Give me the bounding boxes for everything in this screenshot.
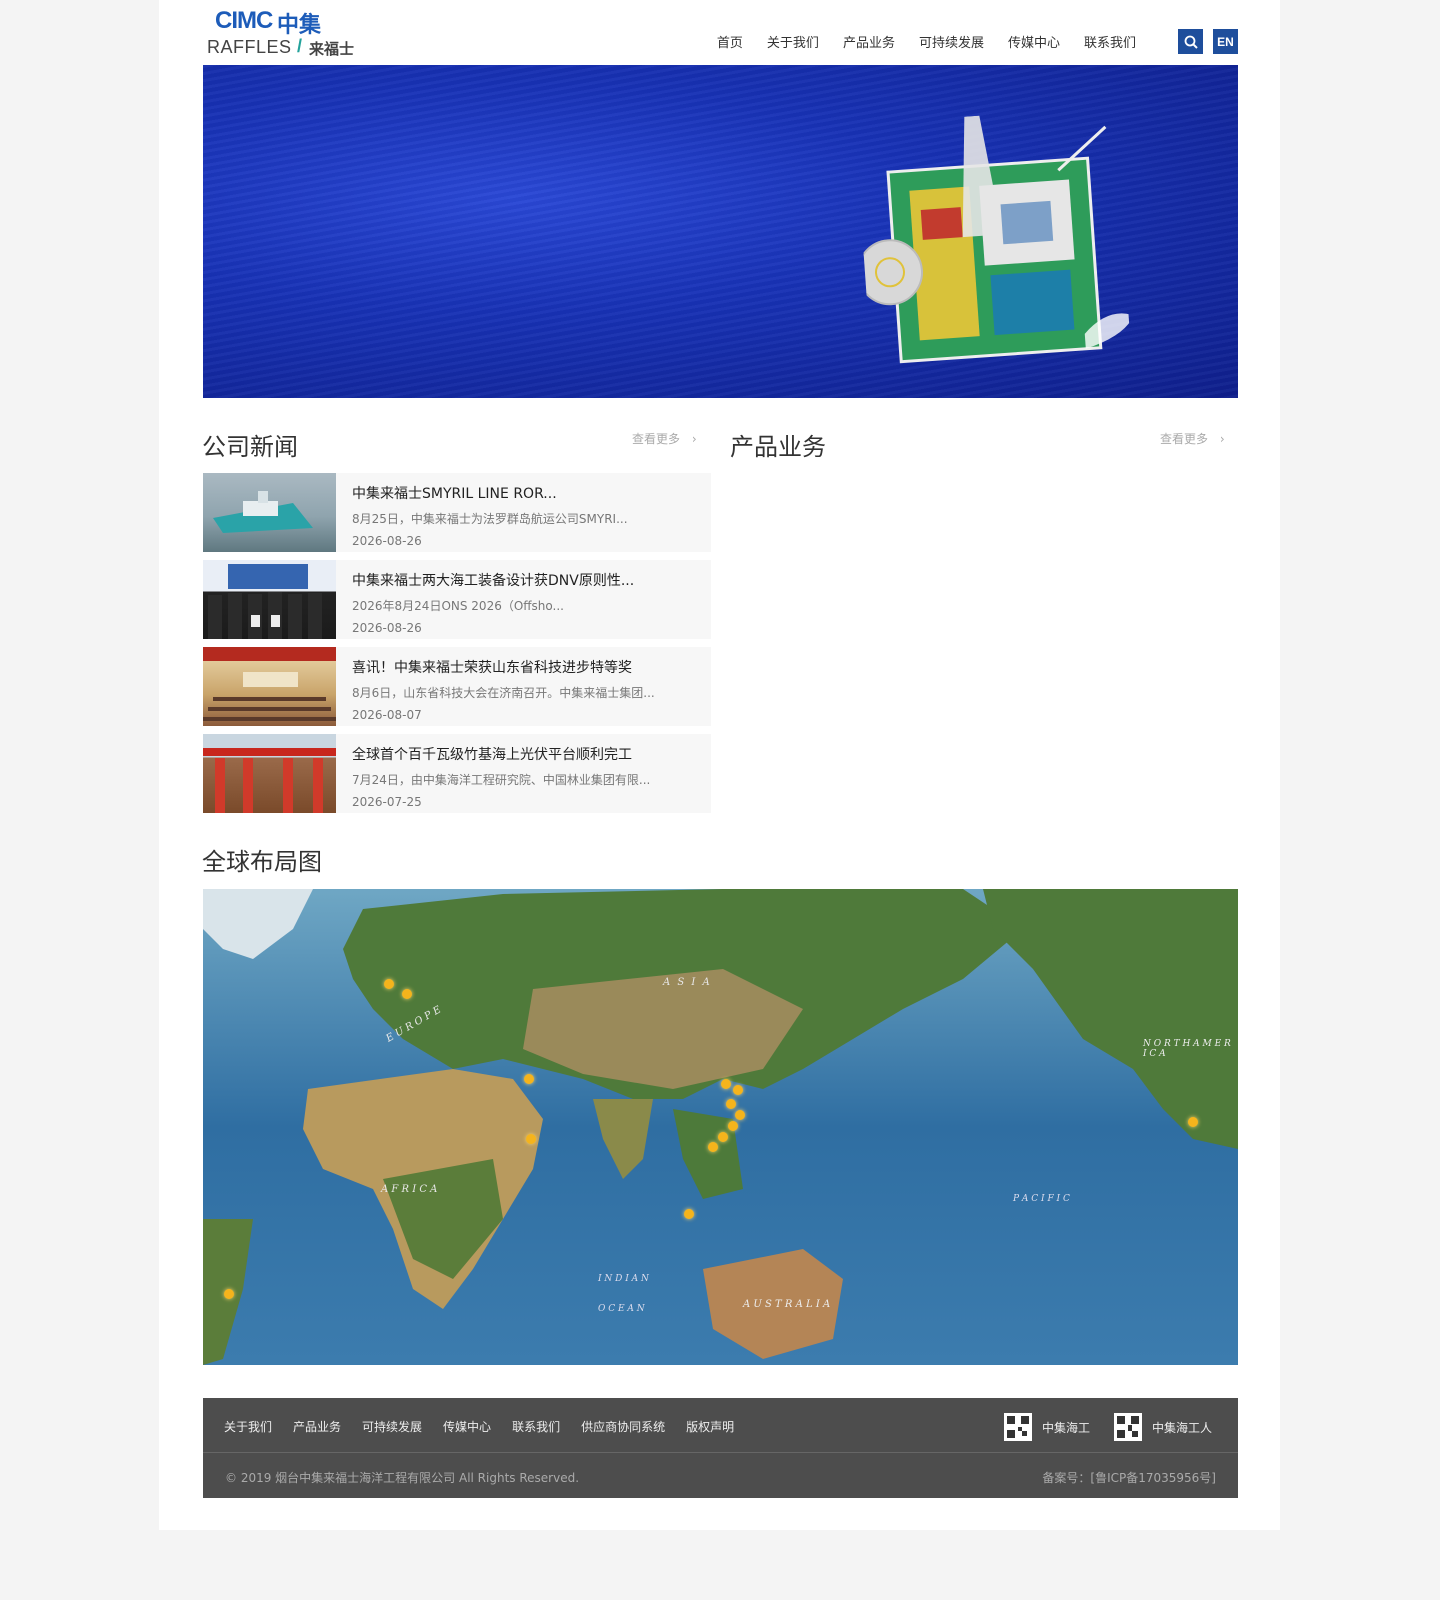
qr-code-icon <box>1114 1413 1142 1441</box>
language-en-button[interactable]: EN <box>1213 29 1238 54</box>
search-button[interactable] <box>1178 29 1203 54</box>
location-marker[interactable] <box>402 989 412 999</box>
social-label: 中集海工人 <box>1152 1420 1213 1435</box>
nav-contact[interactable]: 联系我们 <box>1072 32 1148 51</box>
site-header: CIMC 中集 RAFFLES / 来福士 首页 关于我们 产品业务 可持续发展… <box>203 0 1238 64</box>
qr-code-icon <box>1004 1413 1032 1441</box>
nav-about[interactable]: 关于我们 <box>755 32 831 51</box>
map-label-pacific: P A C I F I C <box>1013 1194 1070 1204</box>
location-marker[interactable] <box>684 1209 694 1219</box>
news-item[interactable]: 喜讯！中集来福士荣获山东省科技进步特等奖 8月6日，山东省科技大会在济南召开。中… <box>203 647 711 726</box>
map-label-indian: I N D I A N <box>598 1274 649 1284</box>
news-date: 2026-07-25 <box>352 795 422 809</box>
icp-record[interactable]: 备案号：[鲁ICP备17035956号] <box>1042 1469 1216 1486</box>
footer-link-copyright[interactable]: 版权声明 <box>686 1418 734 1435</box>
product-more-link[interactable]: 查看更多 › <box>1160 430 1225 447</box>
footer-link-sustainability[interactable]: 可持续发展 <box>362 1418 422 1435</box>
company-logo[interactable]: CIMC 中集 RAFFLES / 来福士 <box>205 5 365 58</box>
site-footer: 关于我们 产品业务 可持续发展 传媒中心 联系我们 供应商协同系统 版权声明 中… <box>203 1398 1238 1498</box>
news-thumbnail-platform <box>203 734 336 813</box>
map-section-title: 全球布局图 <box>202 848 322 876</box>
main-nav: 首页 关于我们 产品业务 可持续发展 传媒中心 联系我们 <box>705 32 1148 51</box>
logo-cimc-cn-text: 中集 <box>277 13 322 38</box>
location-marker[interactable] <box>728 1121 738 1131</box>
product-section-title: 产品业务 <box>730 433 826 461</box>
news-date: 2026-08-07 <box>352 708 422 722</box>
news-item[interactable]: 全球首个百千瓦级竹基海上光伏平台顺利完工 7月24日，由中集海洋工程研究院、中国… <box>203 734 711 813</box>
chevron-right-icon: › <box>1219 432 1225 446</box>
hero-banner <box>203 65 1238 398</box>
footer-link-about[interactable]: 关于我们 <box>224 1418 272 1435</box>
location-marker[interactable] <box>524 1074 534 1084</box>
logo-cimc-text: CIMC <box>215 7 273 34</box>
location-marker[interactable] <box>1188 1117 1198 1127</box>
location-marker[interactable] <box>726 1099 736 1109</box>
footer-link-products[interactable]: 产品业务 <box>293 1418 341 1435</box>
news-list: 中集来福士SMYRIL LINE ROR... 8月25日，中集来福士为法罗群岛… <box>203 473 711 821</box>
location-marker[interactable] <box>526 1134 536 1144</box>
news-thumbnail-conference <box>203 647 336 726</box>
news-summary: 7月24日，由中集海洋工程研究院、中国林业集团有限... <box>352 773 651 787</box>
location-marker[interactable] <box>708 1142 718 1152</box>
map-label-asia: A S I A <box>663 977 712 988</box>
footer-links: 关于我们 产品业务 可持续发展 传媒中心 联系我们 供应商协同系统 版权声明 <box>224 1418 734 1435</box>
news-title[interactable]: 全球首个百千瓦级竹基海上光伏平台顺利完工 <box>352 744 650 764</box>
news-summary: 2026年8月24日ONS 2026（Offsho... <box>352 599 564 613</box>
product-more-label: 查看更多 <box>1160 432 1209 446</box>
footer-social-1[interactable]: 中集海工 <box>1004 1413 1090 1441</box>
footer-link-contact[interactable]: 联系我们 <box>512 1418 560 1435</box>
logo-slash: / <box>297 36 303 56</box>
location-marker[interactable] <box>718 1132 728 1142</box>
nav-media[interactable]: 传媒中心 <box>996 32 1072 51</box>
nav-home[interactable]: 首页 <box>705 32 755 51</box>
location-marker[interactable] <box>721 1079 731 1089</box>
footer-social-2[interactable]: 中集海工人 <box>1114 1413 1212 1441</box>
news-more-link[interactable]: 查看更多 › <box>632 430 697 447</box>
news-title[interactable]: 中集来福士两大海工装备设计获DNV原则性... <box>352 570 634 590</box>
news-date: 2026-08-26 <box>352 621 422 635</box>
footer-link-supplier[interactable]: 供应商协同系统 <box>581 1418 665 1435</box>
map-label-africa: A F R I C A <box>381 1184 438 1195</box>
news-thumbnail-ship <box>203 473 336 552</box>
nav-products[interactable]: 产品业务 <box>831 32 907 51</box>
location-marker[interactable] <box>224 1289 234 1299</box>
location-marker[interactable] <box>384 979 394 989</box>
news-summary: 8月6日，山东省科技大会在济南召开。中集来福士集团... <box>352 686 655 700</box>
news-item[interactable]: 中集来福士两大海工装备设计获DNV原则性... 2026年8月24日ONS 20… <box>203 560 711 639</box>
map-label-ocean: O C E A N <box>598 1304 645 1314</box>
copyright-text: © 2019 烟台中集来福士海洋工程有限公司 All Rights Reserv… <box>225 1471 580 1485</box>
news-summary: 8月25日，中集来福士为法罗群岛航运公司SMYRI... <box>352 512 628 526</box>
nav-sustainability[interactable]: 可持续发展 <box>907 32 996 51</box>
footer-divider <box>203 1452 1238 1453</box>
news-item[interactable]: 中集来福士SMYRIL LINE ROR... 8月25日，中集来福士为法罗群岛… <box>203 473 711 552</box>
logo-raffles-text: RAFFLES <box>207 37 292 57</box>
social-label: 中集海工 <box>1042 1420 1091 1435</box>
global-layout-map: A S I A E U R O P E A F R I C A A U S T … <box>203 889 1238 1365</box>
map-label-north-america: N O R T H A M E R I C A <box>1143 1039 1231 1059</box>
news-title[interactable]: 中集来福士SMYRIL LINE ROR... <box>352 483 628 503</box>
news-thumbnail-ceremony <box>203 560 336 639</box>
logo-raffles-cn-text: 来福士 <box>309 40 355 58</box>
news-section-title: 公司新闻 <box>202 433 298 461</box>
news-date: 2026-08-26 <box>352 534 422 548</box>
location-marker[interactable] <box>735 1110 745 1120</box>
world-map-image <box>203 889 1238 1365</box>
news-more-label: 查看更多 <box>632 432 681 446</box>
search-icon <box>1184 35 1198 49</box>
map-label-australia: A U S T R A L I A <box>743 1299 831 1310</box>
location-marker[interactable] <box>733 1085 743 1095</box>
offshore-platform-image <box>856 115 1132 364</box>
footer-link-media[interactable]: 传媒中心 <box>443 1418 491 1435</box>
chevron-right-icon: › <box>691 432 697 446</box>
news-title[interactable]: 喜讯！中集来福士荣获山东省科技进步特等奖 <box>352 657 655 677</box>
